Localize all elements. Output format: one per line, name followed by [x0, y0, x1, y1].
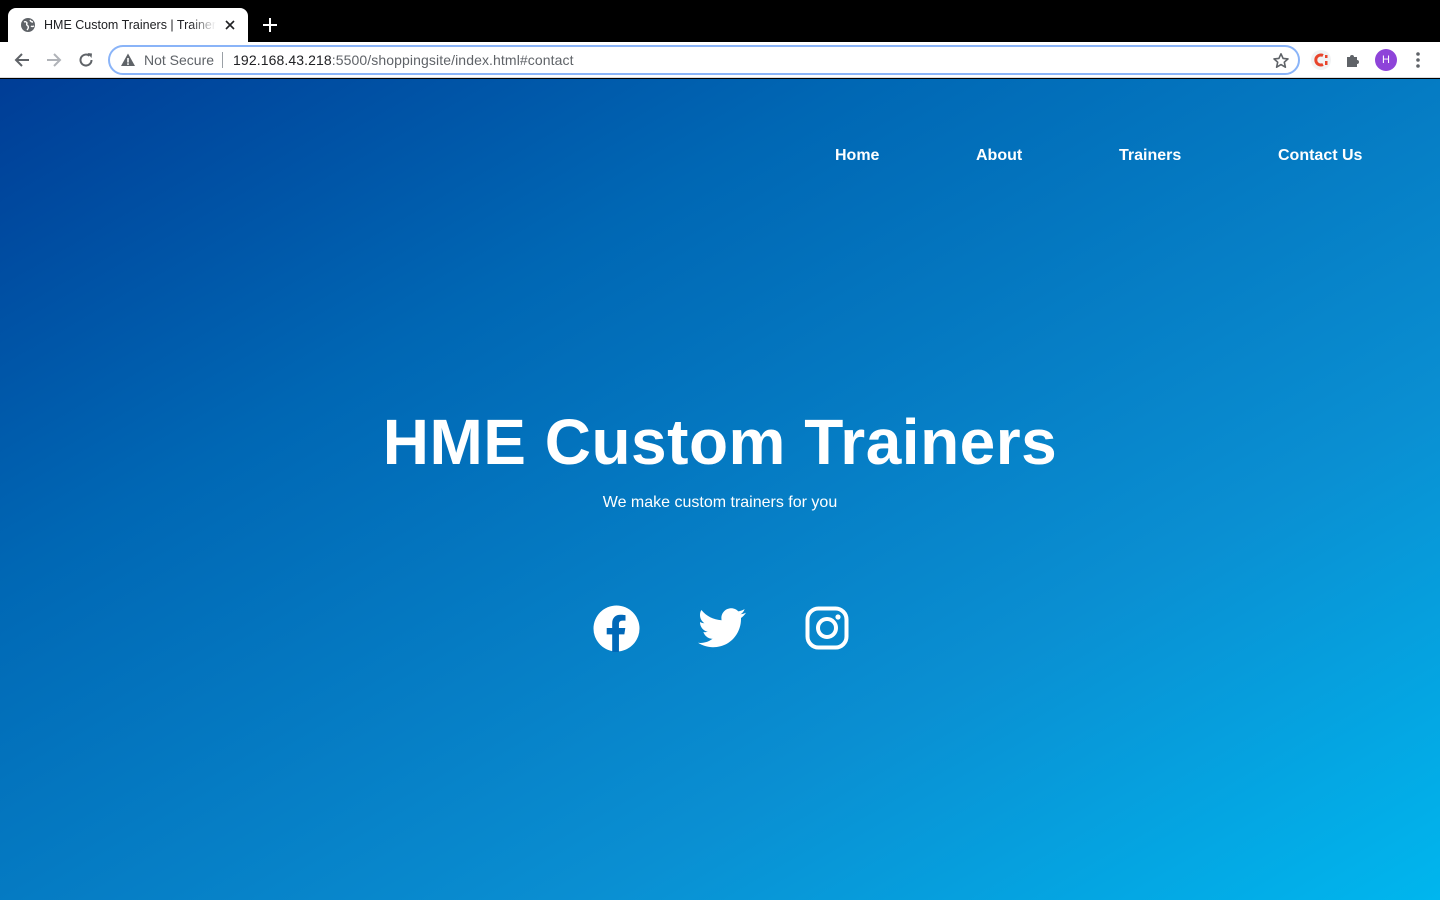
- hero-section: Home About Trainers Contact Us HME Custo…: [0, 79, 1440, 900]
- avatar[interactable]: H: [1375, 49, 1397, 71]
- reload-icon: [79, 53, 93, 67]
- url-path: :5500/shoppingsite/index.html#contact: [331, 52, 574, 68]
- address-bar[interactable]: Not Secure 192.168.43.218:5500/shoppings…: [108, 45, 1300, 75]
- back-icon: [14, 53, 29, 67]
- url-host: 192.168.43.218: [233, 52, 332, 68]
- nav-link-contact[interactable]: Contact Us: [1278, 147, 1362, 165]
- instagram-icon: [805, 606, 849, 650]
- close-icon[interactable]: [222, 17, 238, 33]
- security-label[interactable]: Not Secure: [144, 52, 214, 68]
- twitter-icon: [698, 608, 746, 648]
- more-icon[interactable]: [1409, 50, 1427, 70]
- facebook-icon: [592, 604, 640, 652]
- omnibox-divider: [222, 52, 224, 68]
- tab-title: HME Custom Trainers | Trainers: [44, 18, 216, 32]
- new-tab-button[interactable]: [258, 13, 282, 37]
- warning-icon: [121, 53, 135, 66]
- puzzle-icon[interactable]: [1344, 50, 1364, 70]
- browser-tab[interactable]: HME Custom Trainers | Trainers: [8, 8, 248, 42]
- facebook-link[interactable]: [592, 604, 640, 652]
- back-button[interactable]: [10, 48, 34, 72]
- hero-title: HME Custom Trainers: [382, 406, 1058, 478]
- forward-icon: [47, 53, 62, 67]
- nav-link-about[interactable]: About: [976, 147, 1022, 165]
- extension-icon[interactable]: [1310, 50, 1332, 70]
- instagram-link[interactable]: [803, 604, 851, 652]
- reload-button[interactable]: [74, 48, 98, 72]
- forward-button[interactable]: [42, 48, 66, 72]
- plus-icon: [263, 18, 277, 32]
- globe-icon: [21, 18, 35, 32]
- browser-toolbar: Not Secure 192.168.43.218:5500/shoppings…: [0, 42, 1440, 78]
- star-icon[interactable]: [1272, 52, 1290, 70]
- nav-link-home[interactable]: Home: [835, 147, 879, 165]
- tab-strip: HME Custom Trainers | Trainers: [0, 0, 1440, 42]
- hero-subtitle: We make custom trainers for you: [602, 494, 838, 511]
- nav-link-trainers[interactable]: Trainers: [1119, 147, 1181, 165]
- site-nav: Home About Trainers Contact Us: [0, 147, 1440, 171]
- url-text[interactable]: 192.168.43.218:5500/shoppingsite/index.h…: [233, 52, 574, 68]
- twitter-link[interactable]: [698, 604, 746, 652]
